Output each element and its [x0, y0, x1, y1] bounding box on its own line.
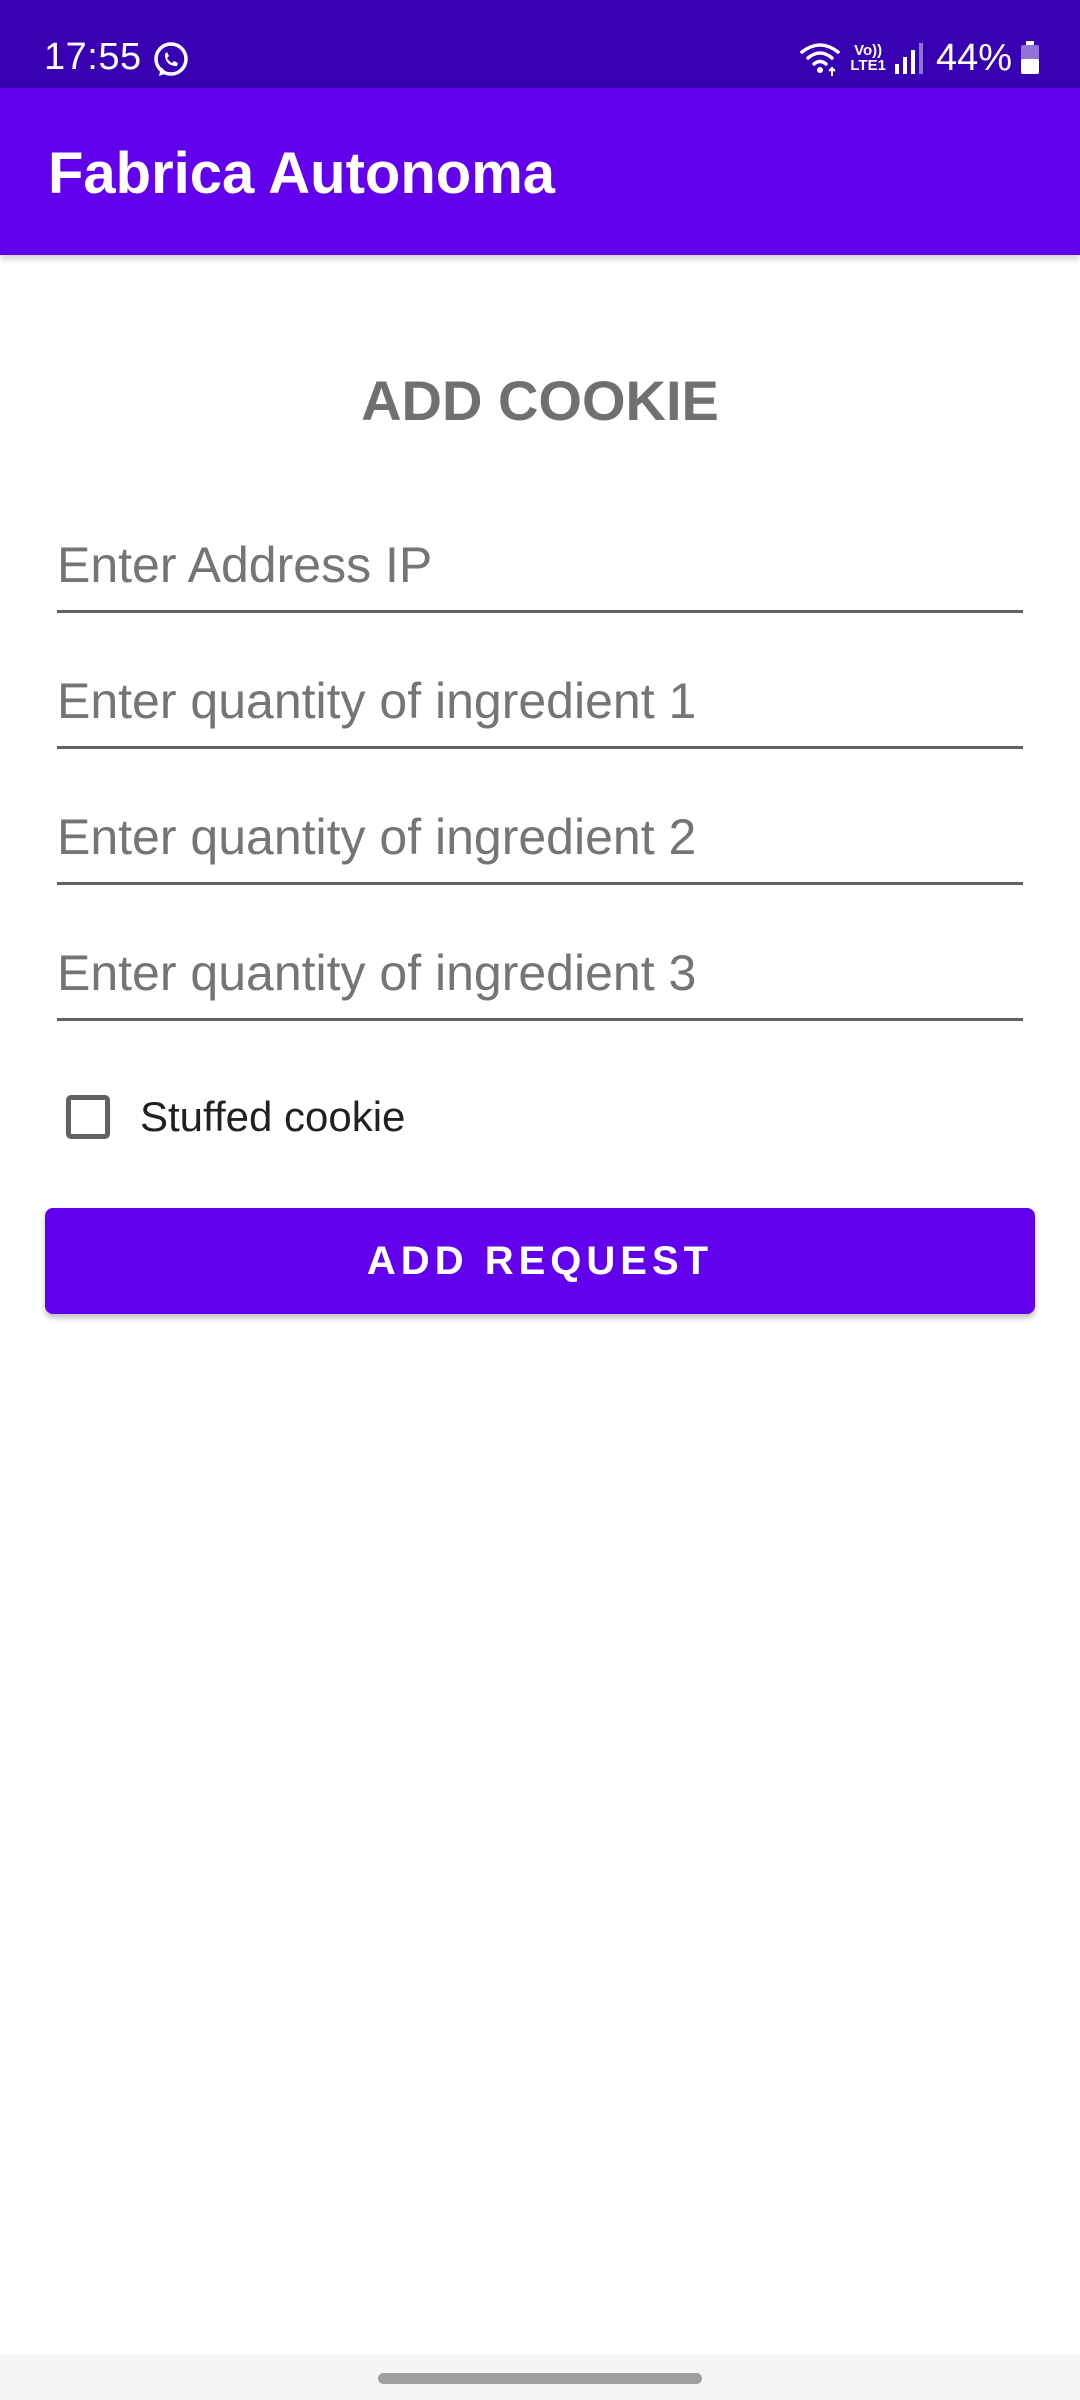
- whatsapp-icon: [154, 42, 188, 76]
- page-title: ADD COOKIE: [361, 369, 719, 432]
- checkbox-label: Stuffed cookie: [140, 1093, 406, 1140]
- status-icons: Vo)) LTE1 44%: [798, 36, 1040, 80]
- checkbox-icon[interactable]: [66, 1095, 110, 1139]
- app-title: Fabrica Autonoma: [48, 141, 556, 206]
- ingredient-2-input[interactable]: [57, 792, 1023, 885]
- battery-percentage: 44%: [935, 37, 1012, 79]
- ingredient-1-input[interactable]: [57, 656, 1023, 749]
- volte-icon: Vo)) LTE1: [850, 43, 886, 73]
- wifi-icon: [800, 43, 841, 76]
- volte-label: Vo)): [854, 42, 883, 59]
- status-time: 17:55: [44, 36, 142, 78]
- lte-label: LTE1: [850, 57, 886, 74]
- status-bar: 17:55 Vo)) LTE1 44%: [0, 0, 1080, 88]
- signal-icon: [894, 43, 923, 74]
- address-ip-input[interactable]: [57, 520, 1023, 613]
- home-indicator[interactable]: [378, 2373, 702, 2384]
- battery-icon: [1021, 41, 1039, 74]
- navigation-bar: [0, 2355, 1080, 2400]
- app-bar: Fabrica Autonoma: [0, 88, 1080, 255]
- ingredient-3-input[interactable]: [57, 928, 1023, 1021]
- stuffed-cookie-checkbox[interactable]: Stuffed cookie: [66, 1089, 405, 1145]
- add-request-button[interactable]: ADD REQUEST: [45, 1208, 1035, 1314]
